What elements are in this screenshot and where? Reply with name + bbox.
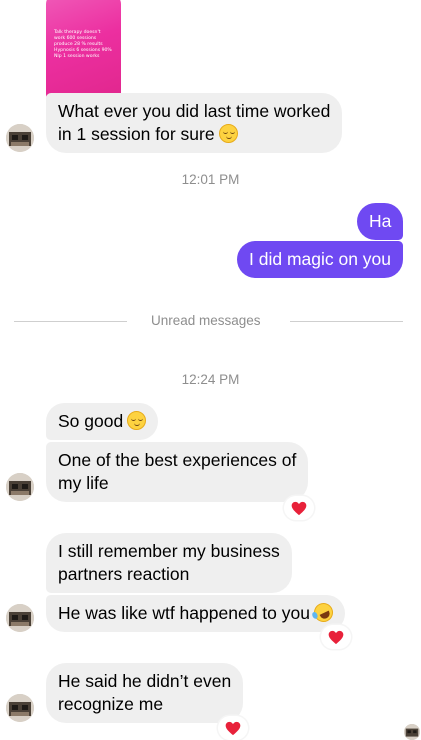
message-text: I still remember my business xyxy=(58,541,280,561)
sent-message-bubble[interactable]: Ha xyxy=(357,203,404,240)
message-text: What ever you did last time worked xyxy=(58,101,331,121)
message-text: He was like wtf happened to you xyxy=(58,603,310,623)
contact-avatar[interactable] xyxy=(6,473,34,501)
relieved-face-emoji-icon xyxy=(127,411,147,430)
message-text: in 1 session for sure xyxy=(58,124,215,144)
contact-avatar[interactable] xyxy=(6,694,34,722)
message-text: partners reaction xyxy=(58,564,190,584)
message-text: So good xyxy=(58,411,124,431)
divider-line xyxy=(14,321,127,322)
reaction-chip[interactable] xyxy=(284,496,314,520)
received-message-bubble[interactable]: What ever you did last time worked in 1 … xyxy=(46,93,343,153)
avatar-image xyxy=(6,473,34,501)
shared-post-card[interactable]: Talk therapy doesn't work 600 sessions p… xyxy=(46,0,121,104)
message-text: Ha xyxy=(369,211,392,231)
received-message-bubble[interactable]: He was like wtf happened to you xyxy=(46,595,345,632)
message-text: recognize me xyxy=(58,694,164,714)
divider-line xyxy=(290,321,403,322)
timestamp: 12:24 PM xyxy=(181,372,240,387)
contact-avatar[interactable] xyxy=(6,604,34,632)
red-heart-icon xyxy=(328,630,344,644)
contact-avatar[interactable] xyxy=(6,124,34,152)
received-message-bubble[interactable]: One of the best experiences of my life xyxy=(46,442,309,502)
avatar-image xyxy=(404,724,420,740)
message-text: He said he didn’t even xyxy=(58,671,232,691)
message-text: I did magic on you xyxy=(249,249,392,269)
avatar-image xyxy=(6,694,34,722)
reaction-chip[interactable] xyxy=(218,716,248,740)
rolling-laughing-emoji-icon xyxy=(310,599,337,626)
relieved-face-emoji-icon xyxy=(218,124,238,143)
message-text: my life xyxy=(58,473,109,493)
received-message-bubble[interactable]: He said he didn’t even recognize me xyxy=(46,663,244,723)
received-message-bubble[interactable]: So good xyxy=(46,403,159,440)
post-text-line: Nlp 1 session works xyxy=(54,54,100,59)
red-heart-icon xyxy=(225,721,241,735)
avatar-image xyxy=(6,124,34,152)
received-message-bubble[interactable]: I still remember my business partners re… xyxy=(46,533,292,593)
avatar-image xyxy=(6,604,34,632)
red-heart-icon xyxy=(291,501,307,515)
seen-avatar xyxy=(404,724,420,740)
message-text: One of the best experiences of xyxy=(58,450,297,470)
timestamp: 12:01 PM xyxy=(181,172,240,187)
unread-messages-label: Unread messages xyxy=(151,313,261,328)
sent-message-bubble[interactable]: I did magic on you xyxy=(237,241,404,278)
reaction-chip[interactable] xyxy=(321,625,351,649)
